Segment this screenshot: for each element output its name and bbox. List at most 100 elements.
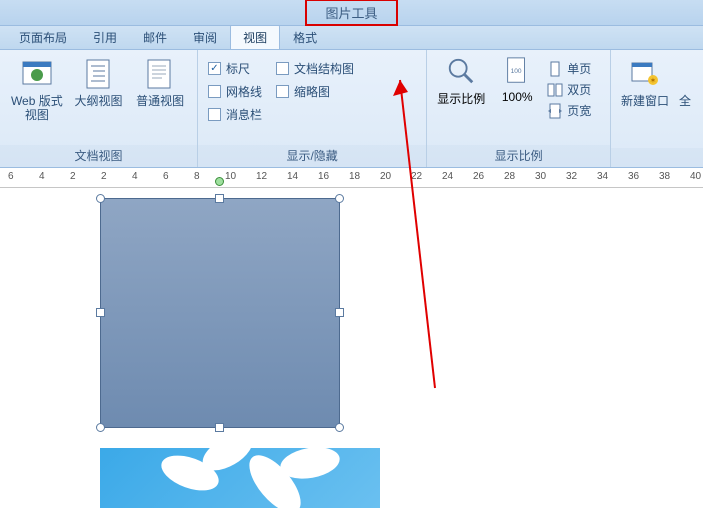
ruler-tick: 20 [380, 171, 391, 182]
tab-view[interactable]: 视图 [230, 24, 280, 49]
ruler-tick: 38 [659, 171, 670, 182]
two-pages-label: 双页 [567, 81, 591, 98]
ruler-checkbox[interactable]: ✓ 标尺 [208, 60, 262, 77]
gridlines-label: 网格线 [226, 83, 262, 100]
zoom-label: 显示比例 [437, 90, 485, 107]
group-window: ✶ 新建窗口 全 [611, 50, 703, 167]
ruler-tick: 12 [256, 171, 267, 182]
group-zoom: 显示比例 100 100% 单页 双页 页宽 显示比例 [427, 50, 611, 167]
outline-view-button[interactable]: 大纲视图 [68, 54, 130, 108]
resize-handle-tr[interactable] [335, 194, 344, 203]
group-window-label [611, 148, 703, 167]
selected-shape[interactable] [100, 198, 340, 428]
ruler-tick: 10 [225, 171, 236, 182]
svg-text:100: 100 [511, 68, 522, 75]
resize-handle-b[interactable] [215, 423, 224, 432]
ruler-tick: 30 [535, 171, 546, 182]
ruler-tick: 6 [163, 171, 169, 182]
checkbox-icon: ✓ [208, 62, 221, 75]
resize-handle-bl[interactable] [96, 423, 105, 432]
zoom-button[interactable]: 显示比例 [433, 56, 489, 107]
ruler-tick: 16 [318, 171, 329, 182]
two-pages-icon [547, 82, 563, 98]
web-layout-view-button[interactable]: Web 版式视图 [6, 54, 68, 122]
zoom-100-label: 100% [502, 90, 533, 104]
ruler-tick: 4 [132, 171, 138, 182]
magnifier-icon [446, 56, 476, 86]
horizontal-ruler[interactable]: 642246810121416182022242628303234363840 [0, 168, 703, 188]
ruler-tick: 36 [628, 171, 639, 182]
arrange-label: 全 [679, 94, 691, 108]
title-bar: 图片工具 [0, 0, 703, 26]
tab-mailings[interactable]: 邮件 [130, 24, 180, 49]
ruler-tick: 22 [411, 171, 422, 182]
ruler-tick: 40 [690, 171, 701, 182]
group-show-hide: ✓ 标尺 网格线 消息栏 文档结构图 缩略图 显示/隐藏 [198, 50, 427, 167]
rotation-handle[interactable] [215, 177, 224, 186]
resize-handle-t[interactable] [215, 194, 224, 203]
draft-label: 普通视图 [136, 94, 184, 108]
zoom-100-button[interactable]: 100 100% [489, 56, 545, 104]
tab-review[interactable]: 审阅 [180, 24, 230, 49]
ruler-label: 标尺 [226, 60, 250, 77]
document-canvas[interactable] [0, 188, 703, 520]
ruler-tick: 8 [194, 171, 200, 182]
ribbon: Web 版式视图 大纲视图 普通视图 文档视图 ✓ 标尺 网格线 消息栏 文档结构… [0, 50, 703, 168]
contextual-tab-title: 图片工具 [305, 0, 397, 26]
ruler-tick: 24 [442, 171, 453, 182]
ruler-tick: 2 [70, 171, 76, 182]
resize-handle-br[interactable] [335, 423, 344, 432]
page-width-icon [547, 103, 563, 119]
tab-format[interactable]: 格式 [280, 24, 330, 49]
resize-handle-l[interactable] [96, 308, 105, 317]
arrange-all-button[interactable]: 全 [673, 54, 697, 108]
group-views-label: 文档视图 [0, 145, 197, 167]
gridlines-checkbox[interactable]: 网格线 [208, 83, 262, 100]
page-100-icon: 100 [502, 56, 532, 86]
group-document-views: Web 版式视图 大纲视图 普通视图 文档视图 [0, 50, 198, 167]
two-pages-button[interactable]: 双页 [547, 81, 591, 98]
new-window-label: 新建窗口 [621, 94, 669, 108]
resize-handle-r[interactable] [335, 308, 344, 317]
resize-handle-tl[interactable] [96, 194, 105, 203]
checkbox-icon [208, 108, 221, 121]
page-width-button[interactable]: 页宽 [547, 102, 591, 119]
thumbnails-label: 缩略图 [294, 83, 330, 100]
document-map-checkbox[interactable]: 文档结构图 [276, 60, 354, 77]
one-page-label: 单页 [567, 60, 591, 77]
one-page-button[interactable]: 单页 [547, 60, 591, 77]
checkbox-icon [208, 85, 221, 98]
ruler-tick: 2 [101, 171, 107, 182]
tab-references[interactable]: 引用 [80, 24, 130, 49]
web-layout-icon [21, 58, 53, 90]
tab-page-layout[interactable]: 页面布局 [6, 24, 80, 49]
new-window-icon: ✶ [629, 58, 661, 90]
ruler-tick: 26 [473, 171, 484, 182]
ruler-tick: 4 [39, 171, 45, 182]
group-zoom-label: 显示比例 [427, 145, 610, 167]
draft-view-button[interactable]: 普通视图 [129, 54, 191, 108]
outline-label: 大纲视图 [75, 94, 123, 108]
group-show-label: 显示/隐藏 [198, 145, 426, 167]
new-window-button[interactable]: ✶ 新建窗口 [617, 54, 673, 108]
checkbox-icon [276, 62, 289, 75]
message-bar-checkbox[interactable]: 消息栏 [208, 106, 262, 123]
outline-icon [83, 58, 115, 90]
ruler-tick: 6 [8, 171, 14, 182]
one-page-icon [547, 61, 563, 77]
document-map-label: 文档结构图 [294, 60, 354, 77]
draft-icon [144, 58, 176, 90]
web-layout-label: Web 版式视图 [6, 94, 68, 122]
ribbon-tabs: 页面布局 引用 邮件 审阅 视图 格式 [0, 26, 703, 50]
message-bar-label: 消息栏 [226, 106, 262, 123]
inserted-image[interactable] [100, 448, 380, 508]
ruler-tick: 18 [349, 171, 360, 182]
ruler-tick: 32 [566, 171, 577, 182]
svg-text:✶: ✶ [650, 76, 657, 85]
checkbox-icon [276, 85, 289, 98]
page-width-label: 页宽 [567, 102, 591, 119]
ruler-tick: 28 [504, 171, 515, 182]
thumbnails-checkbox[interactable]: 缩略图 [276, 83, 354, 100]
ruler-tick: 14 [287, 171, 298, 182]
ruler-tick: 34 [597, 171, 608, 182]
